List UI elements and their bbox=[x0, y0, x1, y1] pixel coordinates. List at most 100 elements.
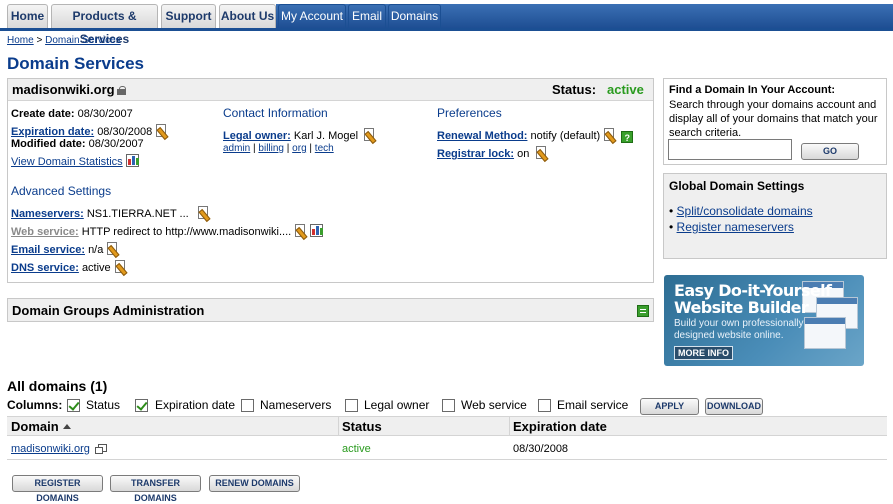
status-column-header[interactable]: Status bbox=[342, 419, 382, 434]
domain-name: madisonwiki.org bbox=[12, 82, 128, 97]
all-domains-title: All domains (1) bbox=[7, 378, 108, 394]
preferences-heading: Preferences bbox=[437, 106, 502, 120]
global-item-register: • Register nameservers bbox=[669, 220, 794, 234]
register-domains-button[interactable]: REGISTER DOMAINS bbox=[12, 475, 103, 503]
domain-link[interactable]: madisonwiki.org bbox=[11, 443, 90, 455]
breadcrumb: Home > Domain Services bbox=[7, 35, 121, 46]
table-row-domain: madisonwiki.org bbox=[11, 443, 107, 455]
more-info-button[interactable]: MORE INFO bbox=[674, 346, 733, 360]
edit-icon[interactable] bbox=[106, 242, 119, 255]
contact-information-heading: Contact Information bbox=[223, 106, 328, 120]
legal-owner-row: Legal owner: Karl J. Mogel bbox=[223, 128, 376, 142]
global-item-split: • Split/consolidate domains bbox=[669, 204, 813, 218]
edit-icon[interactable] bbox=[114, 260, 127, 273]
find-domain-box: Find a Domain In Your Account: Search th… bbox=[663, 78, 887, 165]
tab-home[interactable]: Home bbox=[7, 4, 48, 28]
columns-label: Columns: bbox=[7, 398, 63, 412]
help-icon[interactable]: ? bbox=[621, 131, 634, 143]
status-value: active bbox=[607, 82, 644, 97]
status-checkbox-label: Status bbox=[86, 398, 121, 412]
download-button[interactable]: DOWNLOAD bbox=[705, 398, 763, 415]
email-service-link[interactable]: Email service: bbox=[11, 244, 85, 256]
web-service-link[interactable]: Web service: bbox=[11, 226, 79, 238]
find-domain-title: Find a Domain In Your Account: bbox=[669, 84, 836, 96]
tab-about-us[interactable]: About Us bbox=[219, 4, 276, 28]
find-domain-text: Search through your domains account and … bbox=[669, 99, 878, 139]
ad-screenshot bbox=[804, 317, 846, 349]
web-service-checkbox[interactable] bbox=[442, 399, 455, 412]
modified-date-row: Modified date: 08/30/2007 bbox=[11, 138, 144, 150]
legal-owner-checkbox-label: Legal owner bbox=[364, 398, 430, 412]
expiration-date-checkbox-label: Expiration date bbox=[155, 398, 236, 412]
global-domain-settings: Global Domain Settings • Split/consolida… bbox=[663, 173, 887, 259]
domains-table-header: Domain Status Expiration date bbox=[7, 416, 887, 436]
web-service-row: Web service: HTTP redirect to http://www… bbox=[11, 224, 324, 238]
tab-email[interactable]: Email bbox=[348, 4, 386, 28]
nameservers-link[interactable]: Nameservers: bbox=[11, 208, 84, 220]
domain-panel: madisonwiki.org Status: active Create da… bbox=[7, 78, 654, 283]
transfer-domains-button[interactable]: TRANSFER DOMAINS bbox=[110, 475, 201, 503]
breadcrumb-sep: > bbox=[36, 35, 43, 46]
column-divider bbox=[338, 417, 339, 436]
table-row-status: active bbox=[342, 443, 371, 455]
go-button[interactable]: GO bbox=[801, 143, 859, 160]
expiration-date-link[interactable]: Expiration date: bbox=[11, 126, 94, 138]
registrar-lock-row: Registrar lock: on bbox=[437, 146, 548, 160]
domain-groups-title: Domain Groups Administration bbox=[12, 303, 205, 318]
expiration-column-header[interactable]: Expiration date bbox=[513, 419, 607, 434]
tab-my-account[interactable]: My Account bbox=[278, 4, 346, 28]
apply-button[interactable]: APPLY bbox=[640, 398, 699, 415]
renewal-method-row: Renewal Method: notify (default)? bbox=[437, 128, 634, 143]
statistics-icon[interactable] bbox=[125, 154, 139, 167]
new-window-icon[interactable] bbox=[94, 444, 107, 454]
nameservers-checkbox-label: Nameservers bbox=[260, 398, 332, 412]
email-service-checkbox[interactable] bbox=[538, 399, 551, 412]
edit-icon[interactable] bbox=[603, 128, 616, 141]
expiration-date-checkbox[interactable] bbox=[135, 399, 148, 412]
legal-owner-link[interactable]: Legal owner: bbox=[223, 130, 291, 142]
split-consolidate-link[interactable]: Split/consolidate domains bbox=[677, 204, 813, 218]
legal-owner-checkbox[interactable] bbox=[345, 399, 358, 412]
dns-service-link[interactable]: DNS service: bbox=[11, 262, 79, 274]
renew-domains-button[interactable]: RENEW DOMAINS bbox=[209, 475, 300, 492]
tab-support[interactable]: Support bbox=[161, 4, 216, 28]
contact-admin-link[interactable]: admin bbox=[223, 143, 250, 154]
domain-groups-panel[interactable]: Domain Groups Administration bbox=[7, 298, 654, 322]
global-settings-title: Global Domain Settings bbox=[669, 179, 805, 193]
domain-panel-header: madisonwiki.org Status: active bbox=[8, 79, 653, 101]
nameservers-checkbox[interactable] bbox=[241, 399, 254, 412]
edit-icon[interactable] bbox=[535, 146, 548, 159]
advanced-settings-heading: Advanced Settings bbox=[11, 184, 112, 198]
sort-ascending-icon bbox=[62, 424, 71, 429]
status-checkbox[interactable] bbox=[67, 399, 80, 412]
page-title: Domain Services bbox=[7, 54, 145, 73]
contact-billing-link[interactable]: billing bbox=[258, 143, 284, 154]
domain-column-header[interactable]: Domain bbox=[11, 419, 71, 434]
tab-products-services[interactable]: Products & Services bbox=[51, 4, 158, 46]
column-divider bbox=[509, 417, 510, 436]
statistics-icon[interactable] bbox=[310, 224, 324, 237]
email-service-checkbox-label: Email service bbox=[557, 398, 629, 412]
edit-icon[interactable] bbox=[155, 124, 168, 137]
web-service-checkbox-label: Web service bbox=[461, 398, 527, 412]
find-domain-input[interactable] bbox=[668, 139, 792, 160]
expiration-date-row: Expiration date: 08/30/2008 bbox=[11, 124, 168, 138]
edit-icon[interactable] bbox=[294, 224, 307, 237]
lock-icon bbox=[116, 86, 128, 95]
registrar-lock-link[interactable]: Registrar lock: bbox=[437, 148, 514, 160]
contact-tech-link[interactable]: tech bbox=[315, 143, 334, 154]
expand-icon[interactable] bbox=[637, 305, 649, 317]
view-domain-statistics-link[interactable]: View Domain Statistics bbox=[11, 156, 123, 168]
edit-icon[interactable] bbox=[197, 206, 210, 219]
register-nameservers-link[interactable]: Register nameservers bbox=[677, 220, 794, 234]
breadcrumb-home[interactable]: Home bbox=[7, 35, 34, 46]
edit-icon[interactable] bbox=[363, 128, 376, 141]
renewal-method-link[interactable]: Renewal Method: bbox=[437, 130, 527, 142]
email-service-row: Email service: n/a bbox=[11, 242, 119, 256]
create-date-row: Create date: 08/30/2007 bbox=[11, 108, 133, 120]
view-stats-row: View Domain Statistics bbox=[11, 154, 139, 168]
contact-org-link[interactable]: org bbox=[292, 143, 306, 154]
website-builder-ad[interactable]: Easy Do-it-Yourself Website Builder Build… bbox=[664, 275, 864, 366]
tab-domains[interactable]: Domains bbox=[388, 4, 441, 28]
breadcrumb-domain-services[interactable]: Domain Services bbox=[45, 35, 121, 46]
